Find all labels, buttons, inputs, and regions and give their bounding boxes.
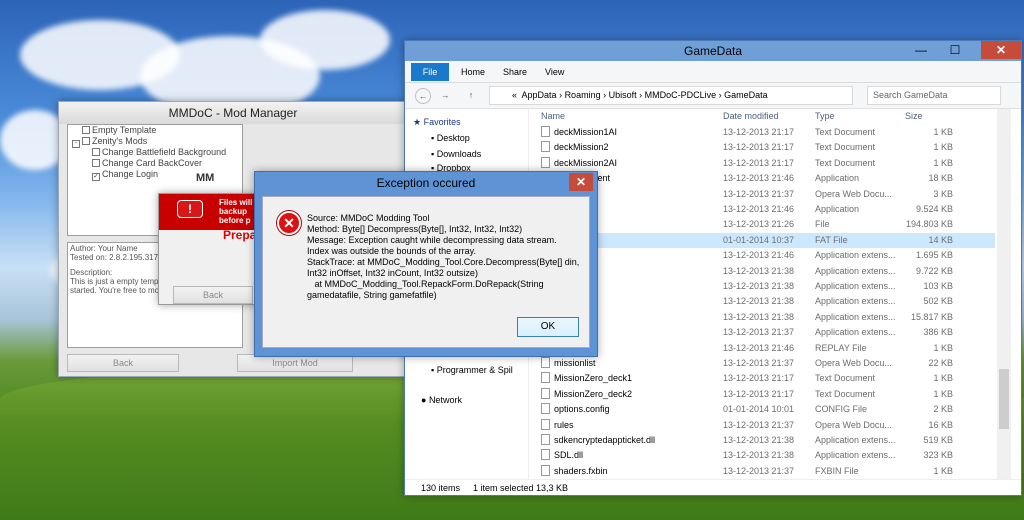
file-row[interactable]: shaders.fxbin 13-12-2013 21:37 FXBIN File 1…	[533, 464, 995, 479]
file-icon	[541, 449, 550, 461]
file-row[interactable]: at01-01-2014 10:37FAT File14 KB	[533, 232, 995, 248]
nav-favorites[interactable]: ★ Favorites	[413, 117, 461, 128]
checkbox-icon[interactable]	[92, 159, 100, 167]
close-button[interactable]: ✕	[981, 41, 1021, 59]
maximize-button[interactable]: ☐	[941, 41, 969, 59]
nav-programmer[interactable]: ▪ Programmer & Spil	[431, 365, 513, 375]
ribbon-file-tab[interactable]: File	[411, 63, 449, 81]
crumb-ubisoft[interactable]: Ubisoft	[609, 90, 637, 100]
file-icon	[541, 357, 550, 368]
ribbon-home-tab[interactable]: Home	[461, 67, 485, 77]
dialog-titlebar: Exception occured ✕	[255, 172, 597, 194]
explorer-titlebar: GameData — ☐ ✕	[405, 41, 1021, 61]
nav-downloads[interactable]: ▪ Downloads	[431, 149, 481, 159]
minimize-button[interactable]: —	[907, 41, 935, 59]
crumb-mmdoc[interactable]: MMDoC-PDCLive	[645, 90, 717, 100]
file-icon	[541, 126, 550, 137]
col-name[interactable]: Name	[541, 111, 565, 121]
forward-arrow-icon[interactable]: →	[437, 88, 453, 104]
file-row[interactable]: dll13-12-2013 21:38Application extens...…	[533, 310, 995, 325]
status-selected: 1 item selected 13,3 KB	[473, 483, 569, 493]
progress-header: ! Files will backup before p	[159, 194, 257, 230]
file-row[interactable]: MissionZero_deck2 13-12-2013 21:17 Text Do…	[533, 387, 995, 402]
progress-window: ! Files will backup before p Prepa Back	[158, 193, 258, 305]
ok-button[interactable]: OK	[517, 317, 579, 337]
file-icon	[541, 418, 550, 430]
back-arrow-icon[interactable]: ←	[415, 88, 431, 104]
expander-icon[interactable]: -	[72, 140, 80, 148]
dialog-title: Exception occured	[376, 176, 476, 190]
file-row[interactable]: 13-12-2013 21:26 File 194.803 KB	[533, 217, 995, 232]
dialog-body: ✕ Source: MMDoC Modding Tool Method: Byt…	[262, 196, 590, 348]
tree-item-backcover[interactable]: Change Card BackCover	[68, 158, 242, 169]
error-icon: ✕	[277, 211, 301, 235]
scrollbar-thumb[interactable]	[999, 369, 1009, 429]
file-row[interactable]: kRequirement13-12-2013 21:46Application1…	[533, 171, 995, 186]
progress-status: Prepa	[223, 228, 257, 242]
file-row[interactable]: ttv.dll13-12-2013 21:37Application exten…	[533, 325, 995, 340]
file-row[interactable]: MissionZero_deck1 13-12-2013 21:17 Text Do…	[533, 371, 995, 386]
file-row[interactable]: deckMission1AI 13-12-2013 21:17 Text Docum…	[533, 125, 995, 140]
file-icon	[541, 387, 550, 399]
up-arrow-icon[interactable]: ↑	[463, 88, 479, 104]
file-row[interactable]: l13-12-2013 21:38Application extens...50…	[533, 294, 995, 309]
tree-item-login[interactable]: ✓ Change Login	[68, 169, 242, 181]
file-row[interactable]: 13-12-2013 21:37 Opera Web Docu... 3 KB	[533, 187, 995, 202]
file-row[interactable]: deckMission2AI 13-12-2013 21:17 Text Docum…	[533, 156, 995, 171]
path-box[interactable]: « AppData › Roaming › Ubisoft › MMDoC-PD…	[489, 86, 853, 105]
status-item-count: 130 items	[421, 483, 461, 493]
col-type[interactable]: Type	[815, 111, 835, 121]
nav-desktop[interactable]: ▪ Desktop	[431, 133, 470, 143]
file-row[interactable]: sdkencryptedappticket.dll 13-12-2013 21:3…	[533, 433, 995, 448]
file-row[interactable]: play13-12-2013 21:46REPLAY File1 KB	[533, 341, 995, 356]
file-row[interactable]: brary.dll13-12-2013 21:46Application ext…	[533, 248, 995, 263]
col-date[interactable]: Date modified	[723, 111, 779, 121]
dialog-close-button[interactable]: ✕	[569, 173, 593, 191]
address-bar: ← → ↑ « AppData › Roaming › Ubisoft › MM…	[405, 83, 1021, 109]
tree-item-zenitys-mods[interactable]: - Zenity's Mods	[68, 136, 242, 148]
checkbox-icon[interactable]	[92, 148, 100, 156]
file-row[interactable]: 13-12-2013 21:46 Application 9.524 KB	[533, 202, 995, 217]
file-icon	[541, 141, 550, 153]
crumb-appdata[interactable]: AppData	[522, 90, 557, 100]
mod-manager-title: MMDoC - Mod Manager	[59, 102, 407, 124]
file-icon	[541, 464, 550, 476]
file-row[interactable]: SDL.dll 13-12-2013 21:38 Application exten…	[533, 448, 995, 463]
back-button[interactable]: Back	[67, 354, 179, 372]
progress-back-button[interactable]: Back	[173, 286, 253, 304]
checkbox-icon[interactable]	[82, 126, 90, 134]
ribbon-share-tab[interactable]: Share	[503, 67, 527, 77]
checkbox-icon[interactable]	[82, 137, 90, 145]
file-row[interactable]: 13-12-2013 21:38 Application extens... 103…	[533, 279, 995, 294]
ribbon: File Home Share View	[405, 61, 1021, 83]
file-row[interactable]: options.config 01-01-2014 10:01 CONFIG Fil…	[533, 402, 995, 417]
crumb-roaming[interactable]: Roaming	[565, 90, 601, 100]
file-row[interactable]: deckMission2 13-12-2013 21:17 Text Documen…	[533, 140, 995, 155]
tree-item-empty-template[interactable]: Empty Template	[68, 125, 242, 136]
progress-title: MM	[196, 172, 215, 184]
file-icon	[541, 403, 550, 415]
nav-network[interactable]: ● Network	[421, 395, 462, 405]
exception-message: Source: MMDoC Modding Tool Method: Byte[…	[307, 213, 580, 300]
col-size[interactable]: Size	[905, 111, 923, 121]
file-icon	[541, 372, 550, 384]
tree-item-battlefield[interactable]: Change Battlefield Background	[68, 147, 242, 158]
file-icon	[541, 434, 550, 445]
file-row[interactable]: rules 13-12-2013 21:37 Opera Web Docu... 16…	[533, 418, 995, 433]
crumb-gamedata[interactable]: GameData	[724, 90, 768, 100]
file-row[interactable]: 13-12-2013 21:38 Application extens... 9.7…	[533, 264, 995, 279]
checkbox-checked-icon[interactable]: ✓	[92, 173, 100, 181]
warning-icon: !	[177, 200, 203, 218]
file-icon	[541, 156, 550, 168]
exception-dialog: Exception occured ✕ ✕ Source: MMDoC Modd…	[254, 171, 598, 357]
status-bar: 130 items 1 item selected 13,3 KB	[405, 479, 1021, 495]
file-list: Name Date modified Type Size deckMission…	[533, 109, 995, 481]
ribbon-view-tab[interactable]: View	[545, 67, 564, 77]
scrollbar[interactable]	[997, 109, 1011, 481]
file-row[interactable]: missionlist 13-12-2013 21:37 Opera Web Doc…	[533, 356, 995, 371]
search-input[interactable]: Search GameData	[867, 86, 1001, 105]
